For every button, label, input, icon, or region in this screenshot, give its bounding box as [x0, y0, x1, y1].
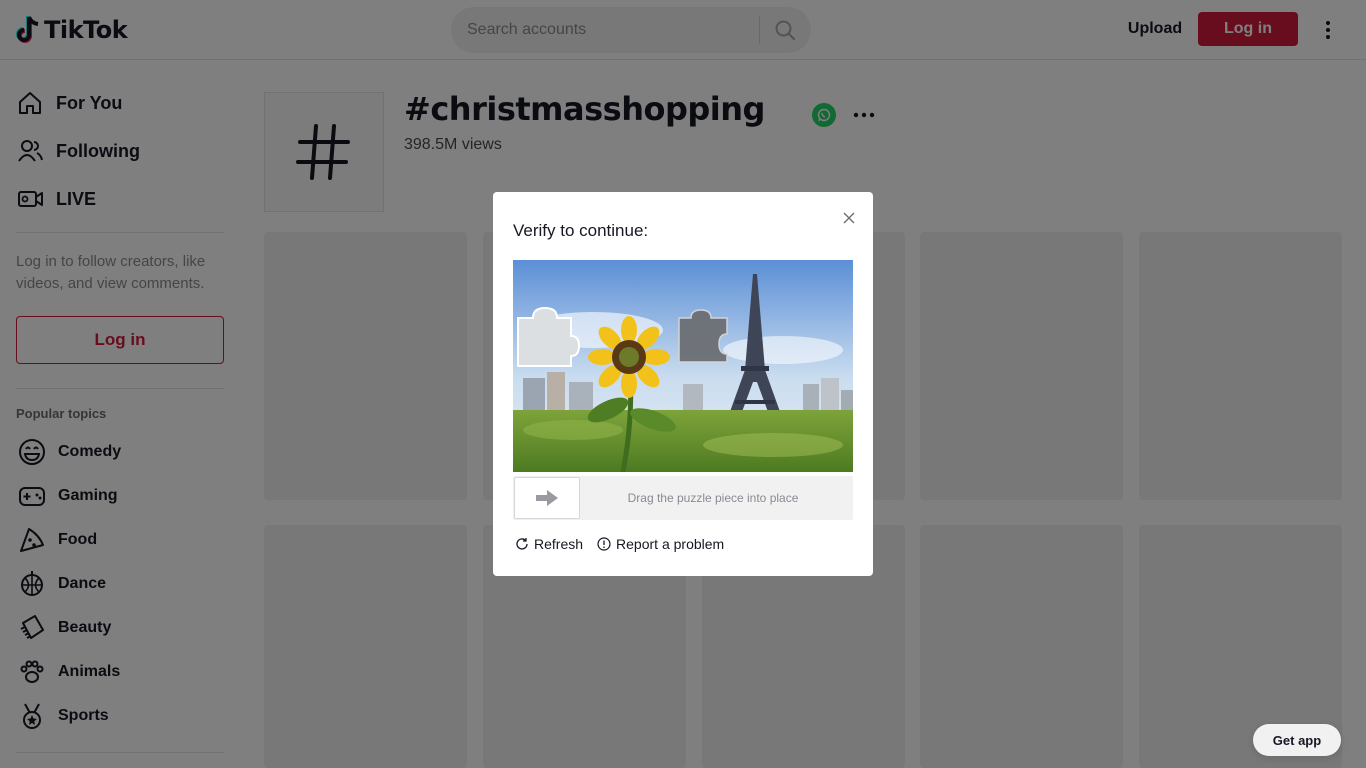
close-icon [843, 212, 855, 224]
captcha-puzzle-image [513, 260, 853, 472]
refresh-button[interactable]: Refresh [515, 536, 583, 552]
slider-hint-text: Drag the puzzle piece into place [627, 491, 799, 505]
get-app-button[interactable]: Get app [1253, 724, 1341, 756]
captcha-slider-track[interactable]: Drag the puzzle piece into place [513, 476, 853, 520]
captcha-actions: Refresh Report a problem [515, 536, 724, 552]
arrow-right-icon [536, 490, 558, 506]
report-label: Report a problem [616, 536, 725, 552]
report-problem-button[interactable]: Report a problem [597, 536, 724, 552]
close-button[interactable] [841, 210, 857, 226]
captcha-modal: Verify to continue: Drag the puzzle piec… [493, 192, 873, 576]
captcha-slider-handle[interactable] [514, 477, 580, 519]
refresh-label: Refresh [534, 536, 584, 552]
refresh-icon [516, 538, 528, 550]
info-circle-icon [597, 537, 611, 551]
captcha-title: Verify to continue: [513, 221, 649, 240]
